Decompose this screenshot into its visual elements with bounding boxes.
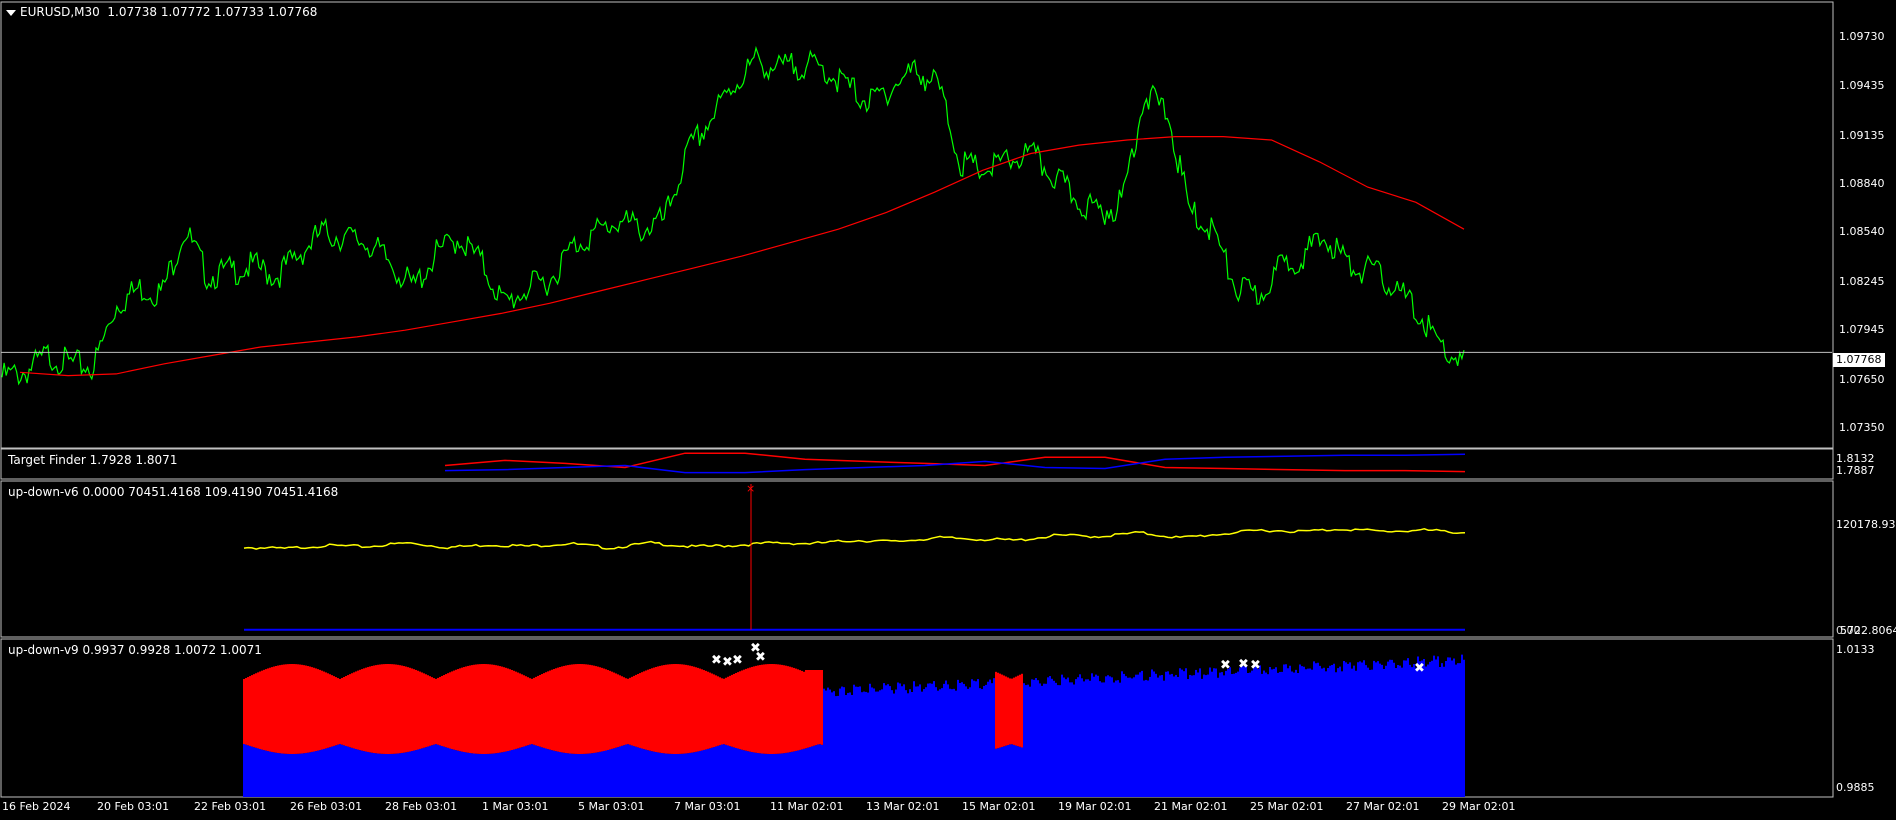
price-tick: 1.08840 [1839,177,1885,190]
spike-marker-icon: × [746,482,755,495]
v6-tick-overlap: 0.00 [1836,624,1861,637]
v9-tick: 0.9885 [1836,781,1875,794]
updown-v6-label: up-down-v6 0.0000 70451.4168 109.4190 70… [8,485,339,499]
time-tick: 7 Mar 03:01 [674,800,741,813]
marker-x-icon: ✖ [1220,658,1231,673]
v9-tick: 1.0133 [1836,643,1875,656]
panel-frame-0 [0,1,1834,449]
time-tick: 25 Mar 02:01 [1250,800,1324,813]
time-tick: 19 Mar 02:01 [1058,800,1132,813]
updown-v6-yellow-line [243,528,1466,550]
price-tick: 1.09435 [1839,79,1885,92]
price-tick: 1.09730 [1839,30,1885,43]
price-tick: 1.07350 [1839,421,1885,434]
ohlc-values: 1.07738 1.07772 1.07733 1.07768 [107,5,318,19]
price-tick: 1.09135 [1839,129,1885,142]
price-tick: 1.07650 [1839,373,1885,386]
marker-x-icon: ✖ [1238,657,1249,672]
v6-tick: 120178.93 [1836,518,1896,531]
price-tick: 1.07945 [1839,323,1885,336]
time-tick: 27 Mar 02:01 [1346,800,1420,813]
moving-average-line [19,136,1465,377]
main-chart-label[interactable]: EURUSD,M30 1.07738 1.07772 1.07733 1.077… [6,5,317,19]
price-tick: 1.08245 [1839,275,1885,288]
time-tick: 28 Feb 03:01 [385,800,458,813]
marker-x-icon: ✖ [1414,661,1425,676]
time-tick: 1 Mar 03:01 [482,800,549,813]
price-line [1,45,1465,386]
panel-frame-1 [0,448,1834,480]
time-tick: 15 Mar 02:01 [962,800,1036,813]
marker-x-icon: ✖ [732,653,743,668]
time-tick: 5 Mar 03:01 [578,800,645,813]
time-tick: 20 Feb 03:01 [97,800,170,813]
chart-canvas: ×✖ ✖ ✖✖✖✖ ✖ ✖ ✖ [0,1,1834,798]
marker-x-icon: ✖ [711,653,722,668]
tf-tick: 1.7887 [1836,464,1875,477]
updown-v9-label: up-down-v9 0.9937 0.9928 1.0072 1.0071 [8,643,262,657]
panel-frame-2 [0,480,1834,638]
time-tick: 11 Mar 02:01 [770,800,844,813]
marker-x-icon: ✖ [1250,658,1261,673]
time-tick: 29 Mar 02:01 [1442,800,1516,813]
target-finder-label: Target Finder 1.7928 1.8071 [8,453,178,467]
time-tick: 26 Feb 03:01 [290,800,363,813]
time-tick: 21 Mar 02:01 [1154,800,1228,813]
marker-x-icon: ✖ [755,650,766,665]
symbol: EURUSD,M30 [20,5,100,19]
dropdown-triangle-icon[interactable] [6,9,16,16]
price-tick: 1.08540 [1839,225,1885,238]
time-tick: 13 Mar 02:01 [866,800,940,813]
current-price-tag: 1.07768 [1833,353,1885,367]
time-tick: 22 Feb 03:01 [194,800,267,813]
time-tick: 16 Feb 2024 [2,800,71,813]
